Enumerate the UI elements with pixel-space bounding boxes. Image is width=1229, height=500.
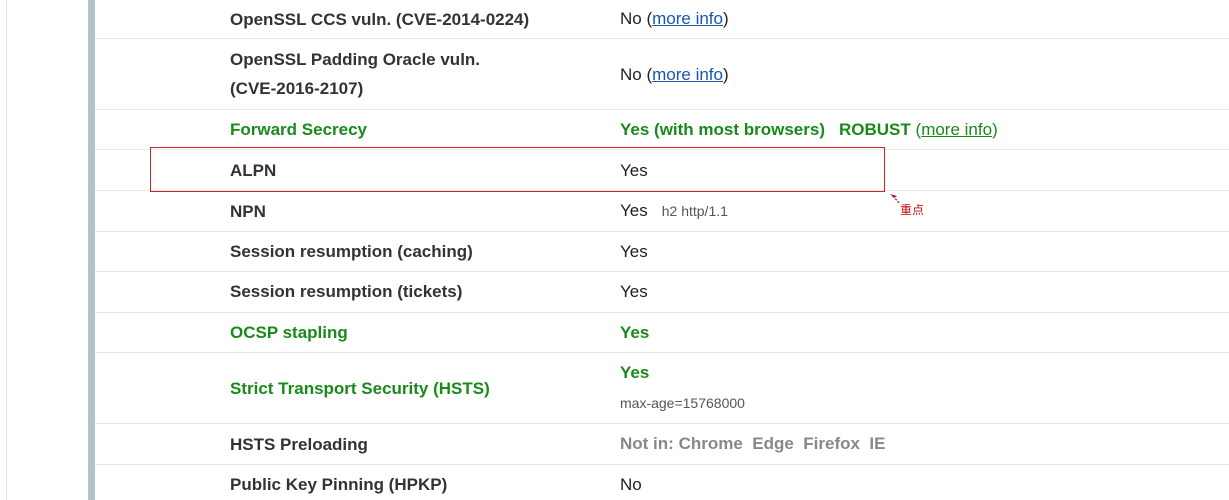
annotation-label: 重点 [900, 203, 925, 217]
value-text: Yes [620, 201, 648, 220]
table-row: Session resumption (caching) Yes [95, 232, 1229, 272]
table-row: NPN Yes h2 http/1.1 [95, 191, 1229, 232]
browser-ie: IE [869, 434, 886, 453]
row-label: Session resumption (caching) [230, 242, 473, 261]
row-value: Yes [620, 323, 650, 342]
value-text: No [620, 9, 642, 28]
row-value: Not in: Chrome Edge Firefox IE [620, 433, 1220, 455]
row-label: Session resumption (tickets) [230, 282, 463, 301]
more-info-link[interactable]: more info [652, 65, 723, 84]
table-row: OCSP stapling Yes [95, 313, 1229, 353]
row-value: No (more info) [620, 65, 729, 84]
row-label: OpenSSL CCS vuln. (CVE-2014-0224) [230, 10, 530, 29]
table-row: Strict Transport Security (HSTS) Yes max… [95, 353, 1229, 424]
row-label: Public Key Pinning (HPKP) [230, 475, 448, 494]
row-value: Yes [620, 282, 648, 301]
table-row: Forward Secrecy Yes (with most browsers)… [95, 110, 1229, 150]
table-row: Session resumption (tickets) Yes [95, 272, 1229, 313]
row-label: Strict Transport Security (HSTS) [230, 379, 490, 398]
row-label: Forward Secrecy [230, 120, 368, 139]
row-value: No [620, 475, 642, 494]
browser-edge: Edge [752, 434, 794, 453]
row-label: OpenSSL Padding Oracle vuln. (CVE-2016-2… [230, 45, 600, 103]
row-label: HSTS Preloading [230, 435, 368, 454]
table-row: Public Key Pinning (HPKP) No [95, 465, 1229, 500]
more-info-link[interactable]: more info [921, 120, 992, 139]
row-label-line: OpenSSL Padding Oracle vuln. [230, 50, 481, 69]
protocol-details-table: OpenSSL CCS vuln. (CVE-2014-0224) No (mo… [95, 0, 1229, 500]
left-gutter [0, 0, 88, 500]
highlight-box [150, 147, 885, 192]
npn-protocols: h2 http/1.1 [661, 203, 728, 219]
row-value: No (more info) [620, 9, 729, 28]
browser-chrome: Chrome [678, 434, 743, 453]
table-row: HSTS Preloading Not in: Chrome Edge Fire… [95, 424, 1229, 465]
row-value: Yes max-age=15768000 [620, 362, 1220, 414]
browser-firefox: Firefox [803, 434, 860, 453]
hsts-max-age: max-age=15768000 [620, 395, 745, 411]
left-rule [6, 0, 7, 500]
row-label-line: (CVE-2016-2107) [230, 79, 364, 98]
not-in-label: Not in: [620, 434, 674, 453]
more-info-link[interactable]: more info [652, 9, 723, 28]
row-value: Yes (with most browsers) ROBUST (more inf… [620, 120, 998, 139]
row-label: NPN [230, 202, 266, 221]
row-value: Yes [620, 242, 648, 261]
left-sidebar-bar [88, 0, 95, 500]
value-text: No [620, 65, 642, 84]
table-row: OpenSSL CCS vuln. (CVE-2014-0224) No (mo… [95, 0, 1229, 39]
table-row: OpenSSL Padding Oracle vuln. (CVE-2016-2… [95, 39, 1229, 110]
robust-badge: ROBUST [839, 120, 911, 139]
row-label: OCSP stapling [230, 323, 348, 342]
value-text: Yes [620, 363, 650, 382]
value-text: Yes (with most browsers) [620, 120, 825, 139]
